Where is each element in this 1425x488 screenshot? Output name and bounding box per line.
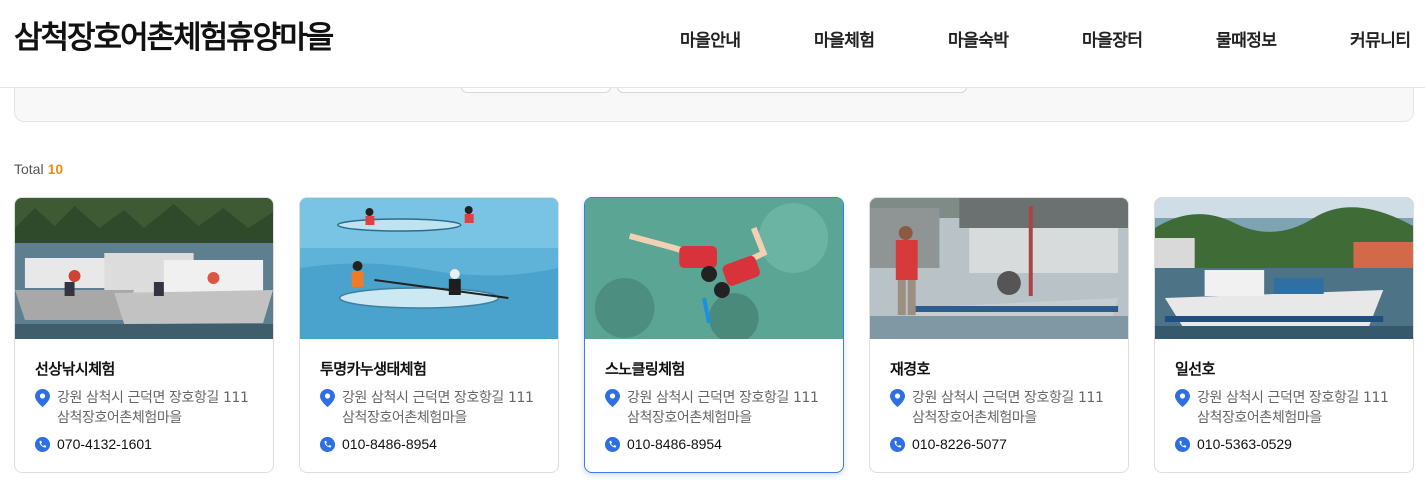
phone-icon	[605, 437, 620, 452]
phone-icon	[320, 437, 335, 452]
address-text: 강원 삼척시 근덕면 장호항길 111 삼척장호어촌체험마을	[912, 388, 1124, 428]
phone-number[interactable]: 010-8226-5077	[912, 436, 1007, 452]
total-count: 10	[47, 161, 64, 177]
card-title: 스노클링체험	[605, 360, 685, 378]
map-pin-icon	[320, 389, 335, 407]
address-line: 강원 삼척시 근덕면 장호항길 111	[912, 390, 1104, 406]
map-pin-icon	[1175, 389, 1190, 407]
total-count-label: Total 10	[14, 161, 63, 177]
phone-icon	[35, 437, 50, 452]
card-title: 재경호	[890, 360, 930, 378]
card-title: 일선호	[1175, 360, 1215, 378]
experience-card[interactable]: 선상낚시체험 강원 삼척시 근덕면 장호항길 111 삼척장호어촌체험마을 07…	[14, 197, 274, 473]
harbor-boats-photo	[15, 198, 273, 339]
address-line: 강원 삼척시 근덕면 장호항길 111	[57, 390, 249, 406]
address-text: 강원 삼척시 근덕면 장호항길 111 삼척장호어촌체험마을	[57, 388, 269, 428]
experience-card[interactable]: 재경호 강원 삼척시 근덕면 장호항길 111 삼척장호어촌체험마을 010-8…	[869, 197, 1129, 473]
map-pin-icon	[35, 389, 50, 407]
address-line: 삼척장호어촌체험마을	[342, 410, 467, 426]
experience-card[interactable]: 일선호 강원 삼척시 근덕면 장호항길 111 삼척장호어촌체험마을 010-5…	[1154, 197, 1414, 473]
address-line: 강원 삼척시 근덕면 장호항길 111	[342, 390, 534, 406]
map-pin-icon	[605, 389, 620, 407]
address-line: 삼척장호어촌체험마을	[1197, 410, 1322, 426]
site-header: 삼척장호어촌체험휴양마을 마을안내 마을체험 마을숙박 마을장터 물때정보 커뮤…	[0, 0, 1425, 88]
card-title: 투명카누생태체험	[320, 360, 427, 378]
main-nav: 마을안내 마을체험 마을숙박 마을장터 물때정보 커뮤니티	[0, 26, 1425, 51]
address-line: 삼척장호어촌체험마을	[57, 410, 182, 426]
fishing-boat-dock-photo	[870, 198, 1128, 339]
total-label: Total	[14, 161, 44, 177]
address-line: 삼척장호어촌체험마을	[912, 410, 1037, 426]
address-text: 강원 삼척시 근덕면 장호항길 111 삼척장호어촌체험마을	[342, 388, 554, 428]
experience-card[interactable]: 스노클링체험 강원 삼척시 근덕면 장호항길 111 삼척장호어촌체험마을 01…	[584, 197, 844, 473]
snorkeling-photo	[585, 198, 843, 339]
phone-icon	[890, 437, 905, 452]
phone-icon	[1175, 437, 1190, 452]
map-pin-icon	[890, 389, 905, 407]
phone-number[interactable]: 010-8486-8954	[342, 436, 437, 452]
experience-card[interactable]: 투명카누생태체험 강원 삼척시 근덕면 장호항길 111 삼척장호어촌체험마을 …	[299, 197, 559, 473]
address-line: 삼척장호어촌체험마을	[627, 410, 752, 426]
nav-item-experience[interactable]: 마을체험	[814, 26, 875, 51]
nav-item-village-info[interactable]: 마을안내	[680, 26, 741, 51]
phone-number[interactable]: 070-4132-1601	[57, 436, 152, 452]
card-title: 선상낚시체험	[35, 360, 115, 378]
phone-number[interactable]: 010-5363-0529	[1197, 436, 1292, 452]
nav-item-tide-info[interactable]: 물때정보	[1216, 26, 1277, 51]
address-text: 강원 삼척시 근덕면 장호항길 111 삼척장호어촌체험마을	[1197, 388, 1409, 428]
address-line: 강원 삼척시 근덕면 장호항길 111	[1197, 390, 1389, 406]
clear-canoe-photo	[300, 198, 558, 339]
nav-item-lodging[interactable]: 마을숙박	[948, 26, 1009, 51]
nav-item-community[interactable]: 커뮤니티	[1350, 26, 1411, 51]
address-line: 강원 삼척시 근덕면 장호항길 111	[627, 390, 819, 406]
address-text: 강원 삼척시 근덕면 장호항길 111 삼척장호어촌체험마을	[627, 388, 839, 428]
phone-number[interactable]: 010-8486-8954	[627, 436, 722, 452]
boat-harbor-photo	[1155, 198, 1413, 339]
nav-item-market[interactable]: 마을장터	[1082, 26, 1143, 51]
